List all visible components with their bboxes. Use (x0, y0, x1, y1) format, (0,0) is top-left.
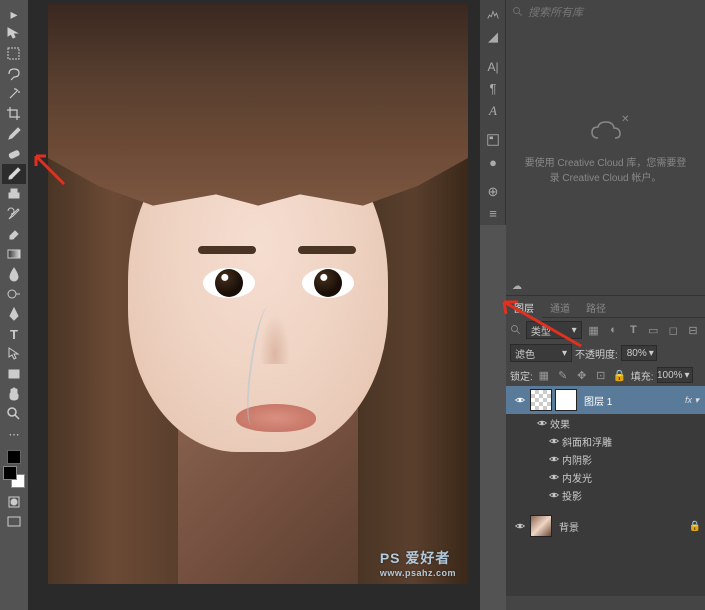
opacity-input[interactable]: 80%▾ (621, 345, 657, 361)
crop-tool[interactable] (2, 104, 26, 124)
screen-mode[interactable] (2, 512, 26, 532)
search-input[interactable]: 搜索所有库 (528, 4, 583, 20)
effects-header[interactable]: 效果 (506, 414, 705, 432)
pen-tool[interactable] (2, 304, 26, 324)
fill-input[interactable]: 100%▾ (657, 367, 693, 383)
blur-tool[interactable] (2, 264, 26, 284)
layer-name[interactable]: 背景 (559, 519, 579, 534)
adjustments-icon[interactable]: ⊕ (482, 182, 504, 202)
filter-type-icon[interactable]: T (625, 322, 641, 338)
default-colors[interactable] (7, 450, 21, 464)
rectangle-tool[interactable] (2, 364, 26, 384)
effect-item[interactable]: 内阴影 (506, 450, 705, 468)
info-icon[interactable]: ● (482, 152, 504, 172)
filter-smart-icon[interactable]: ◻ (665, 322, 681, 338)
eraser-tool[interactable] (2, 224, 26, 244)
expand-icon[interactable]: ▸ (2, 4, 26, 24)
effect-item[interactable]: 投影 (506, 486, 705, 504)
filter-pixel-icon[interactable]: ▦ (586, 322, 602, 338)
visibility-toggle[interactable] (510, 520, 530, 532)
layer-mask-thumbnail[interactable] (555, 389, 577, 411)
lock-artboard-icon[interactable]: ⊡ (593, 367, 609, 383)
layer-thumbnail[interactable] (530, 389, 552, 411)
foreground-color-swatch[interactable] (3, 466, 17, 480)
lock-brush-icon[interactable]: ✎ (555, 367, 571, 383)
dodge-tool[interactable] (2, 284, 26, 304)
watermark: PS 爱好者 www.psahz.com (380, 548, 456, 578)
paragraph-icon[interactable]: ¶ (482, 79, 504, 99)
brush-tool[interactable] (2, 164, 26, 184)
hand-tool[interactable] (2, 384, 26, 404)
type-tool[interactable]: T (2, 324, 26, 344)
visibility-toggle[interactable] (546, 471, 562, 483)
right-tool-strip: ◢ A| ¶ A ● ⊕ ≡ (480, 0, 506, 225)
layers-panel: ☁ 图层 通道 路径 类型▾ ▦ ◐ T ▭ ◻ ⊟ 滤色▾ 不透明度: 80%… (506, 278, 705, 610)
quickmask-toggle[interactable] (2, 492, 26, 512)
layer-row[interactable]: 图层 1 fx ▾ (506, 386, 705, 414)
glyphs-icon[interactable]: A (482, 101, 504, 121)
styles-icon[interactable]: ≡ (482, 204, 504, 224)
effect-item[interactable]: 内发光 (506, 468, 705, 486)
histogram-icon[interactable] (482, 5, 504, 25)
character-icon[interactable]: A| (482, 57, 504, 77)
portrait-image (48, 4, 468, 584)
magic-wand-tool[interactable] (2, 84, 26, 104)
eyedropper-tool[interactable] (2, 124, 26, 144)
filter-toggle[interactable]: ⊟ (685, 322, 701, 338)
visibility-toggle[interactable] (546, 489, 562, 501)
filter-shape-icon[interactable]: ▭ (645, 322, 661, 338)
lock-row: 锁定: ▦ ✎ ✥ ⊡ 🔒 填充: 100%▾ (506, 364, 705, 386)
filter-adjust-icon[interactable]: ◐ (606, 322, 622, 338)
layer-thumbnail[interactable] (530, 515, 552, 537)
search-icon (512, 6, 524, 18)
left-toolbar: ▸ T ⋯ (0, 0, 28, 610)
lock-icon: 🔒 (689, 521, 701, 532)
cloud-icon[interactable]: ☁ (512, 281, 522, 292)
gradient-tool[interactable] (2, 244, 26, 264)
cc-signin-message: ✕ 要使用 Creative Cloud 库，您需要登 录 Creative C… (506, 120, 705, 184)
lock-label: 锁定: (510, 368, 533, 383)
edit-toolbar[interactable]: ⋯ (2, 424, 26, 444)
document-canvas[interactable]: PS 爱好者 www.psahz.com (48, 4, 468, 584)
visibility-toggle[interactable] (510, 394, 530, 406)
color-icon[interactable]: ◢ (482, 27, 504, 47)
fill-label: 填充: (631, 368, 654, 383)
layer-row[interactable]: 背景 🔒 (506, 512, 705, 540)
clone-stamp-tool[interactable] (2, 184, 26, 204)
marquee-tool[interactable] (2, 44, 26, 64)
canvas-area: PS 爱好者 www.psahz.com (28, 0, 480, 610)
lasso-tool[interactable] (2, 64, 26, 84)
lock-transparency-icon[interactable]: ▦ (536, 367, 552, 383)
effect-item[interactable]: 斜面和浮雕 (506, 432, 705, 450)
zoom-tool[interactable] (2, 404, 26, 424)
move-tool[interactable] (2, 24, 26, 44)
history-brush-tool[interactable] (2, 204, 26, 224)
visibility-toggle[interactable] (534, 417, 550, 429)
properties-icon[interactable] (482, 130, 504, 150)
right-panels: ◢ A| ¶ A ● ⊕ ≡ 搜索所有库 ✕ 要使用 Creative Clou… (480, 0, 705, 610)
annotation-arrow-1 (30, 150, 70, 190)
color-swatches (0, 450, 28, 488)
lock-all-icon[interactable]: 🔒 (612, 367, 628, 383)
visibility-toggle[interactable] (546, 435, 562, 447)
lock-position-icon[interactable]: ✥ (574, 367, 590, 383)
fx-indicator[interactable]: fx ▾ (685, 395, 701, 406)
cc-cloud-icon: ✕ (590, 120, 622, 142)
path-selection-tool[interactable] (2, 344, 26, 364)
layer-name[interactable]: 图层 1 (584, 393, 612, 408)
visibility-toggle[interactable] (546, 453, 562, 465)
healing-brush-tool[interactable] (2, 144, 26, 164)
libraries-panel: 搜索所有库 ✕ 要使用 Creative Cloud 库，您需要登 录 Crea… (506, 0, 705, 278)
layer-list: 图层 1 fx ▾ 效果 斜面和浮雕 内阴影 内发光 投影 (506, 386, 705, 596)
